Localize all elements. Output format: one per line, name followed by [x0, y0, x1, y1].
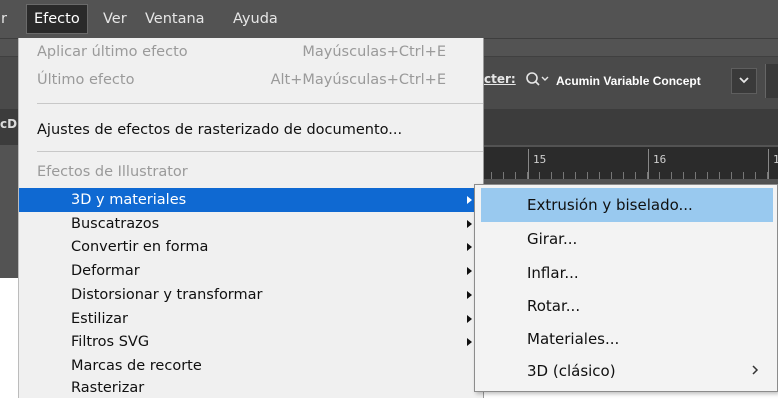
menu-item-deformar[interactable]: Deformar: [19, 259, 484, 283]
chevron-down-icon[interactable]: [731, 68, 757, 94]
submenu-item-label: Extrusión y biselado...: [527, 196, 693, 214]
menu-item-label: Último efecto: [37, 72, 135, 88]
menu-item-label: Filtros SVG: [71, 334, 150, 350]
chevron-right-glyph: [752, 365, 759, 375]
menu-item-fragment[interactable]: r: [0, 4, 14, 34]
submenu-arrow-icon: [467, 291, 472, 299]
menu-separator: [37, 103, 483, 104]
menu-item-apply-last-effect[interactable]: Aplicar último efecto Mayúsculas+Ctrl+E: [19, 40, 484, 64]
ruler-major-tick: [528, 149, 529, 179]
menu-item-label: Convertir en forma: [71, 239, 209, 255]
menu-item-convertir-forma[interactable]: Convertir en forma: [19, 235, 484, 259]
menu-bar: r Efecto Ver Ventana Ayuda: [0, 0, 778, 39]
submenu-item-3d-clasico[interactable]: 3D (clásico): [481, 354, 773, 388]
character-label[interactable]: cter:: [484, 72, 516, 86]
menu-section-label: Efectos de Illustrator: [37, 164, 188, 180]
effect-menu: Aplicar último efecto Mayúsculas+Ctrl+E …: [18, 38, 484, 398]
document-tab-fragment[interactable]: cD: [0, 117, 17, 131]
menu-item-label: Distorsionar y transformar: [71, 287, 263, 303]
menu-ver[interactable]: Ver: [96, 4, 134, 34]
submenu-item-label: Materiales...: [527, 330, 620, 348]
menu-separator: [37, 151, 483, 152]
submenu-item-label: Rotar...: [527, 297, 581, 315]
submenu-arrow-icon: [467, 267, 472, 275]
menu-item-label: Rasterizar: [71, 380, 145, 396]
menu-item-estilizar[interactable]: Estilizar: [19, 307, 484, 331]
menu-item-shortcut: Mayúsculas+Ctrl+E: [302, 44, 446, 60]
ruler-major-tick: [648, 149, 649, 179]
submenu-item-girar[interactable]: Girar...: [481, 222, 773, 256]
ruler-label: 16: [653, 153, 667, 166]
menu-item-marcas-recorte[interactable]: Marcas de recorte: [19, 354, 484, 378]
menu-section-header: Efectos de Illustrator: [19, 160, 484, 184]
menu-item-label: Buscatrazos: [71, 216, 160, 232]
submenu-item-label: 3D (clásico): [527, 362, 616, 380]
menu-efecto[interactable]: Efecto: [26, 4, 88, 34]
ruler-label: 17: [773, 153, 778, 166]
search-icon-glyph: [526, 72, 549, 86]
menu-item-buscatrazos[interactable]: Buscatrazos: [19, 212, 484, 236]
menu-item-label: Aplicar último efecto: [37, 44, 188, 60]
menu-ayuda[interactable]: Ayuda: [226, 4, 285, 34]
submenu-arrow-icon: [467, 315, 472, 323]
chevron-right-icon: [751, 354, 759, 388]
menu-item-last-effect[interactable]: Último efecto Alt+Mayúsculas+Ctrl+E: [19, 68, 484, 92]
submenu-item-materiales[interactable]: Materiales...: [481, 322, 773, 356]
ruler-major-tick: [768, 149, 769, 179]
menu-item-distorsionar[interactable]: Distorsionar y transformar: [19, 283, 484, 307]
menu-item-filtros-svg[interactable]: Filtros SVG: [19, 330, 484, 354]
submenu-arrow-icon: [467, 220, 472, 228]
menu-item-label: Marcas de recorte: [71, 358, 202, 374]
menu-item-label: Estilizar: [71, 311, 128, 327]
menu-item-label: Ajustes de efectos de rasterizado de doc…: [37, 122, 403, 138]
submenu-arrow-icon: [467, 338, 472, 346]
chevron-down-glyph: [739, 77, 749, 84]
horizontal-ruler[interactable]: 15 16 17: [480, 147, 778, 180]
submenu-item-label: Girar...: [527, 230, 578, 248]
menu-item-shortcut: Alt+Mayúsculas+Ctrl+E: [270, 72, 446, 88]
ruler-label: 15: [533, 153, 547, 166]
submenu-item-label: Inflar...: [527, 264, 579, 282]
font-family-field[interactable]: Acumin Variable Concept: [556, 68, 701, 94]
submenu-arrow-icon: [467, 196, 472, 204]
submenu-item-inflar[interactable]: Inflar...: [481, 256, 773, 290]
menu-item-raster-settings[interactable]: Ajustes de efectos de rasterizado de doc…: [19, 118, 484, 142]
control-bar-field-edge[interactable]: [765, 64, 778, 98]
submenu-item-extrusion[interactable]: Extrusión y biselado...: [481, 188, 773, 222]
menu-item-label: Deformar: [71, 263, 140, 279]
menu-item-label: 3D y materiales: [71, 192, 187, 208]
submenu-arrow-icon: [467, 243, 472, 251]
menu-item-3d-materials[interactable]: 3D y materiales: [19, 188, 484, 212]
submenu-item-rotar[interactable]: Rotar...: [481, 289, 773, 323]
search-icon[interactable]: [524, 69, 552, 93]
menu-item-rasterizar[interactable]: Rasterizar: [19, 376, 484, 400]
menu-ventana[interactable]: Ventana: [138, 4, 212, 34]
submenu-3d-materials: Extrusión y biselado... Girar... Inflar.…: [474, 184, 778, 392]
